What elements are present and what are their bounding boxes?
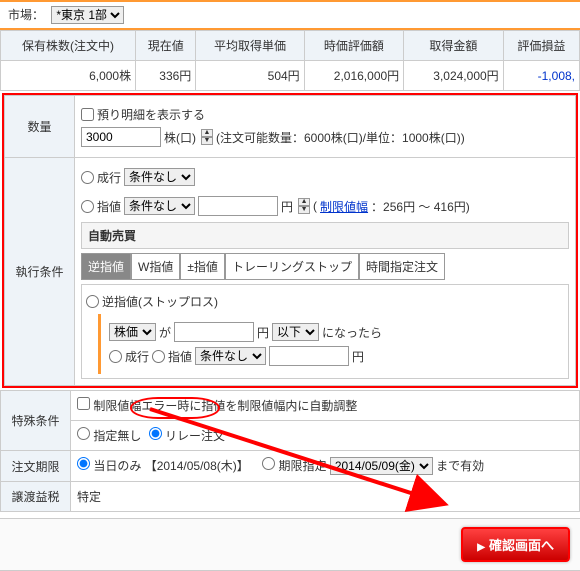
tab-trailing[interactable]: トレーリングストップ (225, 253, 359, 280)
market-cond-select[interactable]: 条件なし (124, 168, 195, 186)
stoploss-label: 逆指値(ストップロス) (102, 293, 218, 310)
confirm-row: 確認画面へ (0, 518, 580, 571)
cond-select[interactable]: 以下 (272, 323, 319, 341)
tax-label: 譲渡益税 (1, 482, 71, 512)
holdings-table: 保有株数(注文中) 現在値 平均取得単価 時価評価額 取得金額 評価損益 6,0… (0, 30, 580, 91)
qty-unit: 株(口) (164, 129, 196, 146)
special-label: 特殊条件 (1, 391, 71, 451)
sl-limit-radio[interactable] (152, 350, 165, 363)
tab-w[interactable]: W指値 (131, 253, 180, 280)
qty-input[interactable] (81, 127, 161, 147)
period-suffix: まで有効 (436, 459, 484, 473)
price-type-select[interactable]: 株価 (109, 323, 156, 341)
auto-tabs: 逆指値 W指値 ±指値 トレーリングストップ 時間指定注文 (81, 253, 569, 280)
exec-label: 執行条件 (5, 158, 75, 386)
limit-cond-select[interactable]: 条件なし (124, 197, 195, 215)
limit-range-txt: ：256円 ～ 416円) (371, 198, 470, 215)
auto-adjust-cell: 制限値幅エラー時に指値を制限値幅内に自動調整 (71, 391, 580, 421)
auto-adjust-checkbox[interactable] (77, 397, 90, 410)
limit-spinner[interactable]: ▲▼ (298, 198, 310, 214)
limit-range-link[interactable]: 制限値幅 (320, 198, 368, 215)
today-radio[interactable] (77, 457, 90, 470)
th-price: 現在値 (136, 31, 196, 61)
market-radio[interactable] (81, 171, 94, 184)
sl-cond-select[interactable]: 条件なし (195, 347, 266, 365)
qty-note: (注文可能数量：6000株(口)/単位：1000株(口)) (216, 129, 465, 146)
qty-spinner[interactable]: ▲▼ (201, 129, 213, 145)
sl-price-input[interactable] (269, 346, 349, 366)
market-label-txt: 成行 (97, 169, 121, 186)
ga: が (159, 324, 171, 341)
th-avg: 平均取得単価 (196, 31, 304, 61)
th-mkt-val: 時価評価額 (304, 31, 404, 61)
confirm-button[interactable]: 確認画面へ (461, 527, 570, 562)
special-none-radio[interactable] (77, 427, 90, 440)
stoploss-radio[interactable] (86, 295, 99, 308)
auto-adjust-txt: 制限値幅エラー時に指値を制限値幅内に自動調整 (93, 399, 357, 413)
qty-cell: 預り明細を表示する 株(口) ▲▼ (注文可能数量：6000株(口)/単位：10… (75, 96, 576, 158)
stoploss-box: 逆指値(ストップロス) 株価 が 円 以下 になったら 成行 (81, 284, 569, 379)
period-radio[interactable] (262, 457, 275, 470)
sl-market-txt: 成行 (125, 348, 149, 365)
tab-reverse[interactable]: 逆指値 (81, 253, 131, 280)
trigger-price-input[interactable] (174, 322, 254, 342)
limit-radio[interactable] (81, 200, 94, 213)
limit-label-txt: 指値 (97, 198, 121, 215)
th-shares: 保有株数(注文中) (1, 31, 136, 61)
th-cost: 取得金額 (404, 31, 504, 61)
yen3: 円 (352, 348, 364, 365)
exec-cell: 成行 条件なし 指値 条件なし 円 ▲▼ (制限値幅：256円 ～ 416円) … (75, 158, 576, 386)
limit-price-input[interactable] (198, 196, 278, 216)
sl-market-radio[interactable] (109, 350, 122, 363)
show-detail-label: 預り明細を表示する (97, 106, 205, 123)
yen2: 円 (257, 324, 269, 341)
period-label: 注文期限 (1, 451, 71, 482)
tab-time[interactable]: 時間指定注文 (359, 253, 445, 280)
th-pl: 評価損益 (503, 31, 579, 61)
relay-radio[interactable] (149, 427, 162, 440)
relay-txt: リレー注文 (165, 429, 225, 443)
ninattara: になったら (322, 324, 382, 341)
market-bar: 市場： *東京 1部 (0, 0, 580, 30)
show-detail-checkbox[interactable] (81, 108, 94, 121)
table-row: 6,000株 336円 504円 2,016,000円 3,024,000円 -… (1, 61, 580, 91)
qty-label: 数量 (5, 96, 75, 158)
tax-value: 特定 (71, 482, 580, 512)
today-date: 【2014/05/08(木)】 (145, 459, 249, 473)
auto-trade-title: 自動売買 (81, 222, 569, 249)
tab-plusminus[interactable]: ±指値 (180, 253, 225, 280)
period-txt: 期限指定 (278, 459, 326, 473)
sl-limit-txt: 指値 (168, 348, 192, 365)
market-label: 市場： (8, 8, 44, 22)
yen1: 円 (281, 198, 293, 215)
main-order-box: 数量 預り明細を表示する 株(口) ▲▼ (注文可能数量：6000株(口)/単位… (2, 93, 578, 388)
special-cell: 指定無し リレー注文 (71, 421, 580, 451)
market-select[interactable]: *東京 1部 (51, 6, 124, 24)
period-cell: 当日のみ 【2014/05/08(木)】 期限指定 2014/05/09(金) … (71, 451, 580, 482)
special-none-txt: 指定無し (93, 429, 141, 443)
today-txt: 当日のみ (93, 459, 141, 473)
period-date-select[interactable]: 2014/05/09(金) (330, 457, 433, 475)
